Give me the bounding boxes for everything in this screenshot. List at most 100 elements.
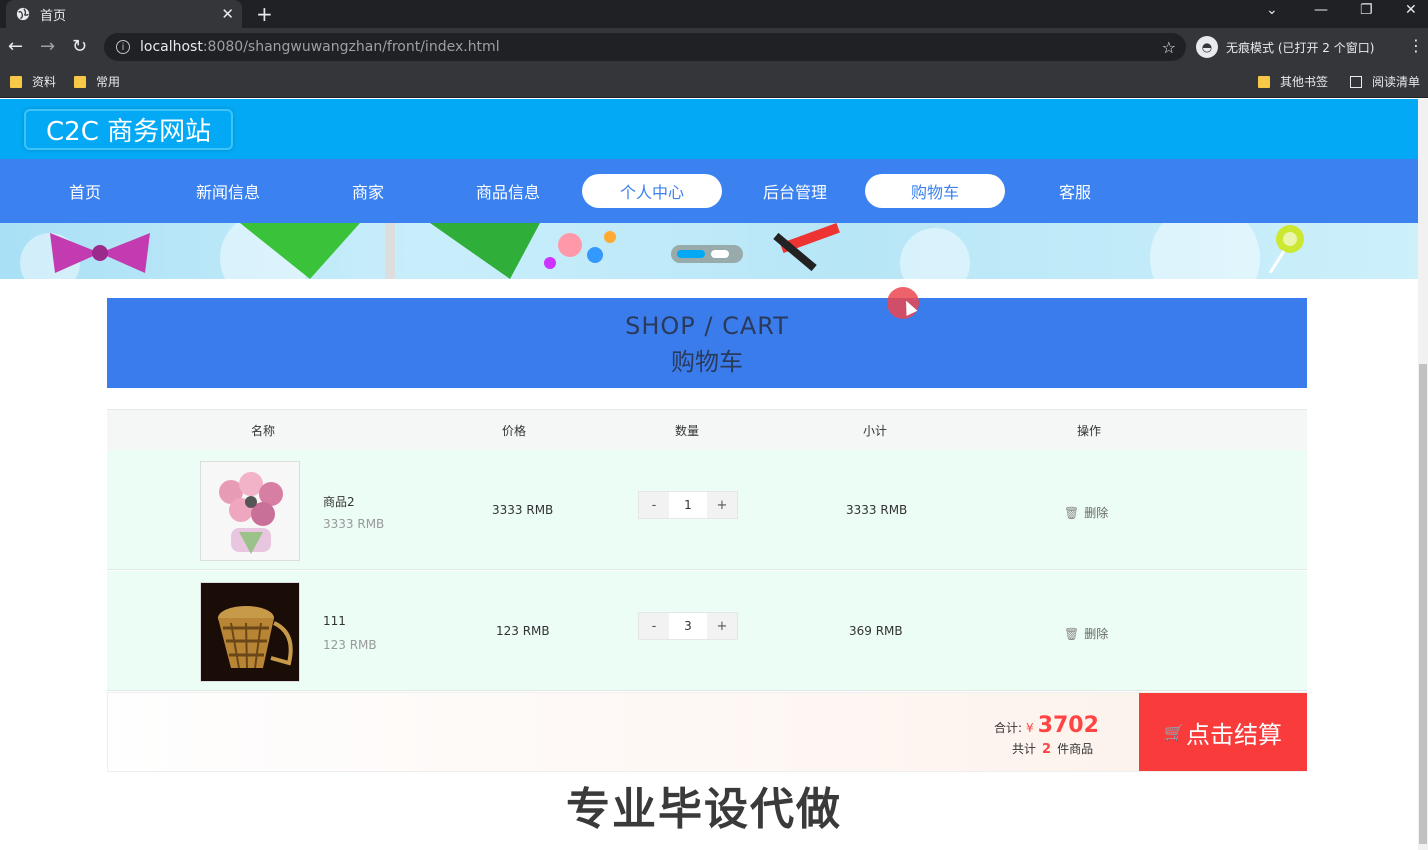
other-bookmarks[interactable]: 其他书签	[1258, 73, 1328, 90]
candy-stick-icon	[773, 223, 840, 272]
site-logo[interactable]: C2C 商务网站	[24, 109, 234, 150]
product-unit-price: 3333 RMB	[323, 517, 385, 531]
main-nav: 首页 新闻信息 商家 商品信息 个人中心 后台管理 购物车 客服	[0, 159, 1418, 223]
decrement-button[interactable]: -	[639, 613, 669, 639]
item-price: 123 RMB	[496, 624, 550, 638]
reading-list[interactable]: 阅读清单	[1350, 73, 1420, 90]
item-price: 3333 RMB	[492, 503, 554, 517]
item-count: 共计 2 件商品	[1012, 740, 1093, 757]
cart-icon: 🛒	[1164, 722, 1184, 742]
total-amount: 3702	[1037, 713, 1099, 738]
forward-icon[interactable]: →	[40, 36, 55, 57]
carousel-dot-active[interactable]	[677, 250, 705, 258]
bookmark-folder-1[interactable]: 资料	[10, 73, 56, 90]
col-action: 操作	[1077, 424, 1102, 438]
bookmark-folder-2[interactable]: 常用	[74, 73, 120, 90]
globe-icon	[16, 7, 30, 21]
table-header: 名称 价格 数量 小计 操作	[107, 410, 1307, 450]
folder-icon	[10, 75, 22, 88]
quantity-input[interactable]: 3	[669, 613, 707, 639]
folder-icon	[74, 75, 86, 88]
page-scrollbar[interactable]	[1418, 99, 1428, 850]
product-image-flowers[interactable]	[200, 461, 300, 561]
address-bar-row: ← → ↻ i localhost:8080/shangwuwangzhan/f…	[0, 28, 1428, 66]
scrollbar-thumb[interactable]	[1419, 364, 1427, 844]
col-name: 名称	[251, 424, 276, 438]
delete-label: 删除	[1084, 506, 1109, 520]
item-subtotal: 3333 RMB	[846, 503, 908, 517]
nav-merchants[interactable]: 商家	[298, 174, 438, 208]
reading-list-icon	[1350, 75, 1362, 88]
product-unit-price: 123 RMB	[323, 638, 377, 652]
bookmark-label: 常用	[96, 75, 121, 89]
browser-tab-bar: 首页 ✕ + ⌄ — ❐ ✕	[0, 0, 1428, 28]
delete-button[interactable]: 🗑 删除	[1064, 504, 1108, 521]
table-row: 商品2 3333 RMB 3333 RMB - 1 + 3333 RMB 🗑 删…	[107, 450, 1307, 570]
nav-home[interactable]: 首页	[15, 174, 155, 208]
currency-symbol: ¥	[1026, 721, 1034, 735]
watermark-text: 专业毕设代做	[566, 784, 842, 835]
bookmark-star-icon[interactable]: ☆	[1162, 38, 1176, 57]
checkout-label: 点击结算	[1185, 720, 1282, 749]
reload-icon[interactable]: ↻	[72, 36, 87, 57]
cart-summary-bar: 合计: ¥ 3702 共计 2 件商品 🛒 点击结算	[107, 692, 1307, 772]
window-close-icon[interactable]: ✕	[1405, 2, 1417, 18]
delete-label: 删除	[1084, 627, 1109, 641]
decrement-button[interactable]: -	[639, 492, 669, 518]
bookmark-label: 阅读清单	[1372, 75, 1421, 89]
product-name[interactable]: 111	[323, 614, 346, 628]
site-header: C2C 商务网站	[0, 99, 1418, 159]
incognito-indicator[interactable]: ◓ 无痕模式 (已打开 2 个窗口)	[1196, 34, 1374, 60]
page-viewport: C2C 商务网站 首页 新闻信息 商家 商品信息 个人中心 后台管理 购物车 客…	[0, 99, 1418, 850]
new-tab-icon[interactable]: +	[256, 2, 273, 26]
banner-carousel[interactable]	[0, 223, 1418, 279]
quantity-stepper: - 1 +	[638, 491, 738, 519]
incognito-label: 无痕模式 (已打开 2 个窗口)	[1226, 40, 1375, 55]
col-subtotal: 小计	[863, 424, 888, 438]
trash-icon: 🗑	[1064, 505, 1080, 520]
browser-menu-icon[interactable]: ⋮	[1408, 36, 1424, 55]
delete-button[interactable]: 🗑 删除	[1064, 625, 1108, 642]
product-name[interactable]: 商品2	[323, 493, 355, 510]
nav-personal-center[interactable]: 个人中心	[582, 174, 722, 208]
count-suffix: 件商品	[1057, 742, 1094, 756]
nav-support[interactable]: 客服	[1005, 174, 1145, 208]
bookmark-label: 资料	[32, 75, 57, 89]
item-subtotal: 369 RMB	[849, 624, 903, 638]
col-price: 价格	[502, 424, 527, 438]
info-icon[interactable]: i	[116, 40, 130, 54]
pinwheel-icon	[240, 223, 540, 279]
cart-title-cn: 购物车	[671, 348, 743, 376]
quantity-input[interactable]: 1	[669, 492, 707, 518]
checkout-button[interactable]: 🛒 点击结算	[1139, 693, 1307, 771]
col-qty: 数量	[675, 424, 700, 438]
increment-button[interactable]: +	[707, 613, 737, 639]
nav-cart[interactable]: 购物车	[865, 174, 1005, 208]
restore-icon[interactable]: ❐	[1360, 2, 1373, 18]
nav-news[interactable]: 新闻信息	[158, 174, 298, 208]
carousel-indicator[interactable]	[671, 245, 743, 263]
browser-tab[interactable]: 首页 ✕	[6, 0, 242, 28]
lollipop-icon	[1268, 225, 1304, 274]
url-path: :8080/shangwuwangzhan/front/index.html	[202, 39, 500, 55]
carousel-dot[interactable]	[711, 250, 729, 258]
table-row: 111 123 RMB 123 RMB - 3 + 369 RMB 🗑 删除	[107, 571, 1307, 691]
back-icon[interactable]: ←	[8, 36, 23, 57]
tab-title: 首页	[40, 8, 67, 24]
url-input[interactable]: i localhost:8080/shangwuwangzhan/front/i…	[104, 33, 1186, 61]
trash-icon: 🗑	[1064, 626, 1080, 641]
nav-products[interactable]: 商品信息	[438, 174, 578, 208]
count-number: 2	[1042, 742, 1052, 757]
tab-close-icon[interactable]: ✕	[221, 5, 234, 23]
nav-admin[interactable]: 后台管理	[725, 174, 865, 208]
product-image-basket[interactable]	[200, 582, 300, 682]
tab-search-icon[interactable]: ⌄	[1266, 2, 1278, 18]
cart-title-en: SHOP / CART	[625, 312, 789, 340]
quantity-stepper: - 3 +	[638, 612, 738, 640]
incognito-icon: ◓	[1196, 36, 1218, 58]
url-host: localhost	[140, 39, 203, 55]
ribbon-bow-icon	[50, 233, 150, 273]
cart-title-banner: SHOP / CART 购物车	[107, 298, 1307, 388]
increment-button[interactable]: +	[707, 492, 737, 518]
minimize-icon[interactable]: —	[1314, 2, 1328, 18]
